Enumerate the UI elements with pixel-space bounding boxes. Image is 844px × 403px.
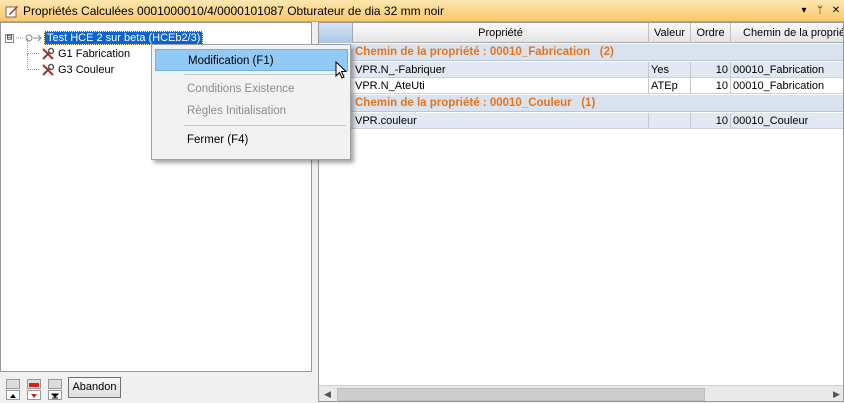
menu-item-modification[interactable]: Modification (F1) <box>155 49 348 71</box>
collapse-icon[interactable]: ⊟ <box>5 33 14 43</box>
tree-connector <box>27 54 39 70</box>
tools-icon <box>41 63 55 77</box>
mouse-pointer-icon <box>335 60 349 81</box>
cell-chemin: 00010_Fabrication <box>733 80 825 92</box>
group-header-couleur[interactable]: Chemin de la propriété : 00010_Couleur (… <box>319 95 843 112</box>
scroll-right-icon[interactable]: ▶ <box>828 386 843 401</box>
cell-propriete: VPR.N_-Fabriquer <box>353 62 649 78</box>
pin-button[interactable]: ᛘ <box>812 5 828 16</box>
menu-item-fermer[interactable]: Fermer (F4) <box>155 129 348 151</box>
move-last-placeholder-icon[interactable] <box>48 379 62 389</box>
horizontal-scrollbar[interactable]: ◀ ▶ <box>319 385 843 401</box>
column-header-chemin[interactable]: Chemin de la propriété <box>731 23 843 43</box>
tree-node-fabrication[interactable]: G1 Fabrication <box>27 38 130 62</box>
menu-separator <box>184 74 346 75</box>
table-row[interactable]: VPR.N_AteUti ATEp 10 00010_Fabrication <box>319 78 843 94</box>
context-menu: Modification (F1) Conditions Existence R… <box>151 44 351 160</box>
table-row[interactable]: VPR.N_-Fabriquer Yes 10 00010_Fabricatio… <box>319 62 843 78</box>
move-down-top-icon[interactable] <box>27 379 41 389</box>
window-menu-button[interactable]: ▾ <box>796 5 812 16</box>
move-down-icon[interactable] <box>27 390 41 400</box>
tree-node-label[interactable]: G3 Couleur <box>58 64 114 76</box>
abandon-button[interactable]: Abandon <box>68 377 121 398</box>
tree-toolbar: Abandon <box>0 372 318 402</box>
table-row[interactable]: VPR.couleur 10 00010_Couleur <box>319 113 843 129</box>
app-edit-icon <box>5 4 19 18</box>
cell-chemin: 00010_Fabrication <box>733 64 825 76</box>
menu-item-conditions-existence[interactable]: Conditions Existence <box>155 78 348 100</box>
cell-ordre: 10 <box>691 78 731 94</box>
cell-valeur <box>649 113 691 129</box>
close-button[interactable]: ✕ <box>828 5 844 16</box>
cell-propriete: VPR.couleur <box>353 113 649 129</box>
scrollbar-thumb[interactable] <box>337 388 705 401</box>
move-up-placeholder-icon[interactable] <box>6 379 20 389</box>
scroll-left-icon[interactable]: ◀ <box>319 386 336 401</box>
window-title: Propriétés Calculées 0001000010/4/000010… <box>23 3 444 18</box>
move-up-icon[interactable] <box>6 390 20 400</box>
column-header-propriete[interactable]: Propriété <box>353 23 649 43</box>
menu-separator <box>184 125 346 126</box>
cell-valeur: ATEp <box>649 78 691 94</box>
window-title-bar: Propriétés Calculées 0001000010/4/000010… <box>0 0 844 22</box>
tools-icon <box>41 47 55 61</box>
menu-item-regles-initialisation[interactable]: Règles Initialisation <box>155 100 348 122</box>
tree-connector <box>27 38 39 54</box>
cell-ordre: 10 <box>691 62 731 78</box>
group-header-fabrication[interactable]: Chemin de la propriété : 00010_Fabricati… <box>319 44 843 61</box>
column-header-ordre[interactable]: Ordre <box>691 23 731 43</box>
properties-grid: Propriété Valeur Ordre Chemin de la prop… <box>318 22 844 402</box>
cell-chemin: 00010_Couleur <box>733 115 809 127</box>
grid-header: Propriété Valeur Ordre Chemin de la prop… <box>319 23 843 43</box>
grid-corner-button[interactable] <box>319 23 353 43</box>
cell-ordre: 10 <box>691 113 731 129</box>
move-last-icon[interactable] <box>48 390 62 400</box>
cell-valeur: Yes <box>649 62 691 78</box>
tree-node-couleur[interactable]: G3 Couleur <box>27 54 114 78</box>
column-header-valeur[interactable]: Valeur <box>649 23 691 43</box>
tree-node-label[interactable]: G1 Fabrication <box>58 48 130 60</box>
tree-root-label[interactable]: Test HCE 2 sur beta (HCEb2/3) <box>44 31 204 45</box>
cell-propriete: VPR.N_AteUti <box>353 78 649 94</box>
